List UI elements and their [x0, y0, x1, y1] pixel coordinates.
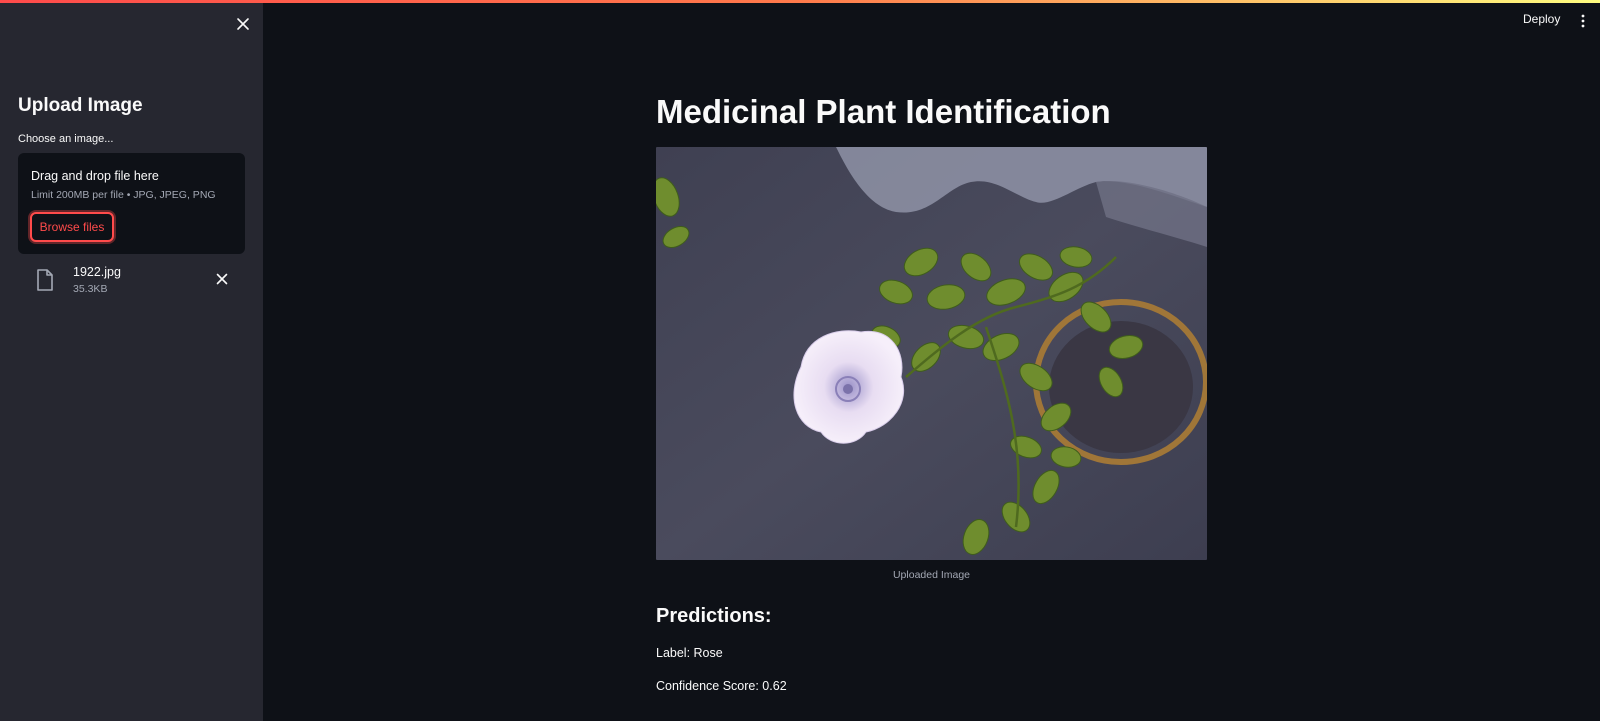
browse-files-button[interactable]: Browse files — [30, 212, 114, 242]
vertical-dots-icon — [1581, 14, 1585, 28]
file-icon — [37, 269, 53, 291]
main-menu-button[interactable] — [1579, 13, 1587, 29]
close-icon — [216, 273, 228, 285]
page-title: Medicinal Plant Identification — [656, 93, 1111, 130]
file-dropzone[interactable]: Drag and drop file here Limit 200MB per … — [18, 153, 245, 254]
dropzone-limit: Limit 200MB per file • JPG, JPEG, PNG — [31, 189, 216, 201]
dropzone-title: Drag and drop file here — [31, 169, 159, 183]
close-sidebar-button[interactable] — [234, 15, 252, 33]
confidence-score: Confidence Score: 0.62 — [656, 679, 787, 693]
deploy-button[interactable]: Deploy — [1523, 12, 1560, 26]
prediction-label: Label: Rose — [656, 646, 723, 660]
uploader-label: Choose an image... — [18, 133, 114, 145]
uploaded-image — [656, 147, 1207, 560]
remove-file-button[interactable] — [214, 271, 230, 287]
close-icon — [237, 18, 249, 30]
predictions-heading: Predictions: — [656, 605, 772, 627]
sidebar: Upload Image Choose an image... Drag and… — [0, 3, 263, 721]
rose-photo — [656, 147, 1207, 560]
image-caption: Uploaded Image — [892, 569, 971, 581]
uploaded-file-item: 1922.jpg 35.3KB — [18, 263, 245, 303]
sidebar-title: Upload Image — [18, 95, 143, 116]
file-name: 1922.jpg — [73, 265, 121, 279]
file-size: 35.3KB — [73, 283, 108, 295]
